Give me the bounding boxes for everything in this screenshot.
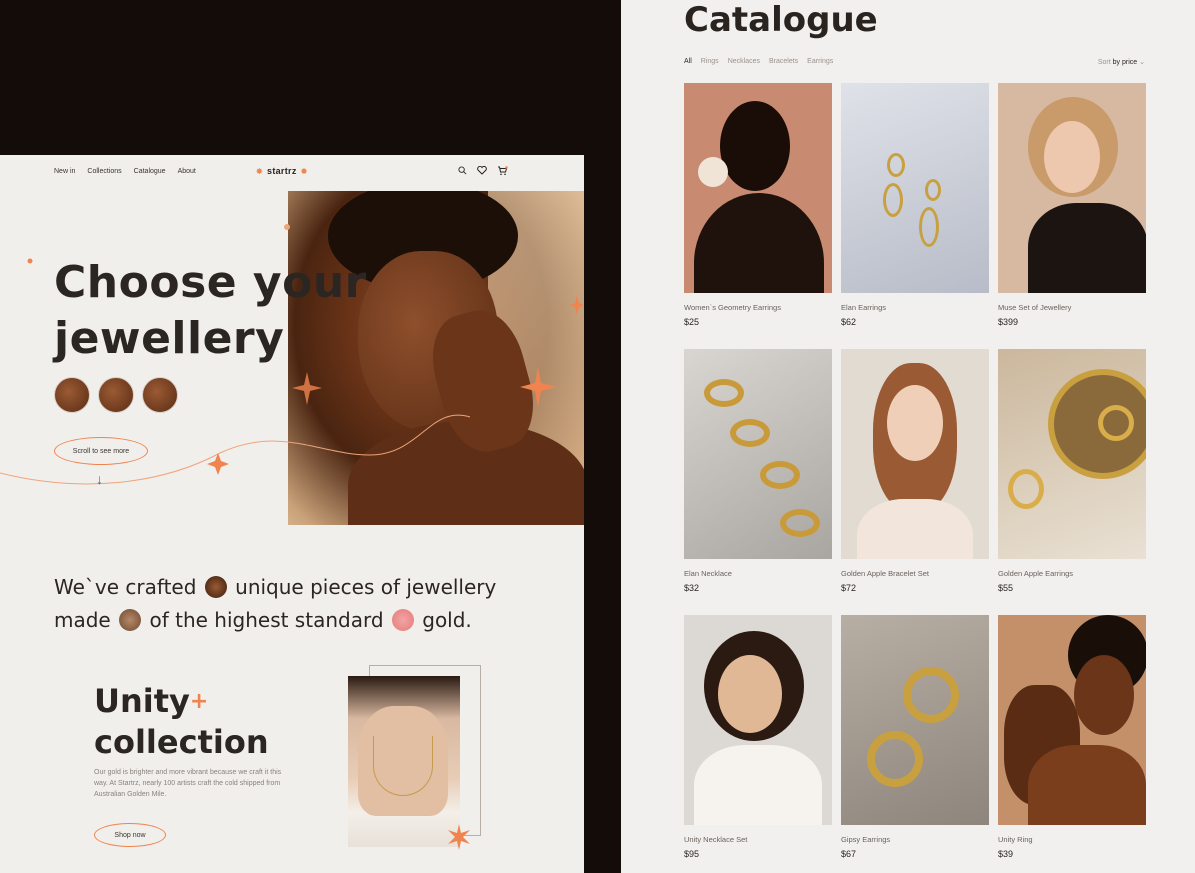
nav-link-about[interactable]: About xyxy=(178,168,196,175)
sort-value: by price xyxy=(1112,59,1138,66)
sort-prefix: Sort xyxy=(1097,59,1111,66)
product-card[interactable]: Gipsy Earrings $67 xyxy=(841,615,989,873)
filter-rings[interactable]: Rings xyxy=(701,58,719,65)
brand-logo[interactable]: ✸ startrz ✸ xyxy=(256,166,308,176)
crafted-text-2: unique pieces of jewellery xyxy=(235,575,497,599)
catalogue-title: Catalogue xyxy=(684,0,878,40)
ring-thumbnail[interactable] xyxy=(54,377,90,413)
sparkle-icon: + xyxy=(189,689,209,714)
shop-now-button[interactable]: Shop now xyxy=(94,823,166,847)
filter-necklaces[interactable]: Necklaces xyxy=(728,58,760,65)
search-icon[interactable] xyxy=(458,166,467,176)
product-name: Elan Earrings xyxy=(841,303,887,312)
product-card[interactable]: Elan Necklace $32 xyxy=(684,349,832,615)
product-price: $399 xyxy=(998,317,1019,327)
product-price: $95 xyxy=(684,849,700,859)
product-price: $62 xyxy=(841,317,857,327)
unity-title-line2: collection xyxy=(94,723,269,761)
filter-earrings[interactable]: Earrings xyxy=(807,58,833,65)
filter-all[interactable]: All xyxy=(684,58,692,65)
landing-page: New in Collections Catalogue About ✸ sta… xyxy=(0,155,584,873)
product-image xyxy=(684,83,832,293)
product-name: Unity Ring xyxy=(998,835,1033,844)
brand-name: startrz xyxy=(267,166,297,176)
product-price: $32 xyxy=(684,583,700,593)
product-card[interactable]: Golden Apple Bracelet Set $72 xyxy=(841,349,989,615)
product-card[interactable]: Unity Necklace Set $95 xyxy=(684,615,832,873)
product-card[interactable]: Elan Earrings $62 xyxy=(841,83,989,349)
ring-thumbnail[interactable] xyxy=(142,377,178,413)
nav-links: New in Collections Catalogue About xyxy=(54,168,196,175)
product-price: $67 xyxy=(841,849,857,859)
product-name: Gipsy Earrings xyxy=(841,835,891,844)
cart-icon[interactable] xyxy=(497,166,508,176)
unity-title-line1: Unity xyxy=(94,682,190,720)
product-grid: Women`s Geometry Earrings $25 Elan Earri… xyxy=(684,83,1146,873)
hand-photo-icon xyxy=(119,609,142,631)
product-image xyxy=(841,615,989,825)
product-price: $72 xyxy=(841,583,857,593)
product-image xyxy=(841,349,989,559)
crafted-statement: We`ve crafted unique pieces of jewellery… xyxy=(54,571,554,637)
arrow-down-icon: ↓ xyxy=(96,471,103,487)
chevron-down-icon: ⌄ xyxy=(1139,59,1145,66)
product-image xyxy=(998,615,1146,825)
filter-tabs: All Rings Necklaces Bracelets Earrings xyxy=(684,58,833,65)
catalogue-page: Catalogue All Rings Necklaces Bracelets … xyxy=(621,0,1195,873)
product-name: Women`s Geometry Earrings xyxy=(684,303,781,312)
product-name: Unity Necklace Set xyxy=(684,835,748,844)
product-image xyxy=(998,349,1146,559)
scroll-button[interactable]: Scroll to see more xyxy=(54,437,148,465)
crafted-text-4: of the highest standard xyxy=(149,608,384,632)
unity-collection-photo xyxy=(348,676,460,847)
product-price: $55 xyxy=(998,583,1014,593)
product-price: $25 xyxy=(684,317,700,327)
hero-thumbnails xyxy=(54,377,178,413)
product-card[interactable]: Muse Set of Jewellery $399 xyxy=(998,83,1146,349)
hero-title-line2: jewellery xyxy=(54,313,285,364)
sparkle-icon: ✸ xyxy=(256,166,264,176)
nav-icons xyxy=(458,166,508,176)
heart-icon[interactable] xyxy=(477,166,487,176)
sparkle-icon: ✸ xyxy=(300,166,308,176)
unity-title: Unity+ collection xyxy=(94,681,269,762)
product-name: Golden Apple Bracelet Set xyxy=(841,569,929,578)
unity-description: Our gold is brighter and more vibrant be… xyxy=(94,769,282,798)
jewel-photo-icon xyxy=(204,576,227,598)
filter-bracelets[interactable]: Bracelets xyxy=(769,58,798,65)
product-image xyxy=(841,83,989,293)
product-image xyxy=(998,83,1146,293)
product-name: Golden Apple Earrings xyxy=(998,569,1074,578)
product-card[interactable]: Women`s Geometry Earrings $25 xyxy=(684,83,832,349)
hero-title: Choose your jewellery xyxy=(54,255,367,367)
product-price: $39 xyxy=(998,849,1014,859)
hero-title-line1: Choose your xyxy=(54,257,367,308)
nav-link-catalogue[interactable]: Catalogue xyxy=(134,168,166,175)
sort-dropdown[interactable]: Sort by price ⌄ xyxy=(1098,58,1145,66)
crafted-text-1: We`ve crafted xyxy=(54,575,197,599)
product-name: Muse Set of Jewellery xyxy=(998,303,1072,312)
crafted-text-5: gold. xyxy=(422,608,472,632)
product-image xyxy=(684,615,832,825)
nav-link-new-in[interactable]: New in xyxy=(54,168,75,175)
product-card[interactable]: Golden Apple Earrings $55 xyxy=(998,349,1146,615)
product-name: Elan Necklace xyxy=(684,569,732,578)
product-card[interactable]: Unity Ring $39 xyxy=(998,615,1146,873)
star-icon xyxy=(448,824,470,850)
top-nav: New in Collections Catalogue About ✸ sta… xyxy=(0,155,584,191)
crafted-text-3: made xyxy=(54,608,111,632)
product-image xyxy=(684,349,832,559)
gold-photo-icon xyxy=(391,609,414,631)
nav-link-collections[interactable]: Collections xyxy=(87,168,121,175)
ring-thumbnail[interactable] xyxy=(98,377,134,413)
